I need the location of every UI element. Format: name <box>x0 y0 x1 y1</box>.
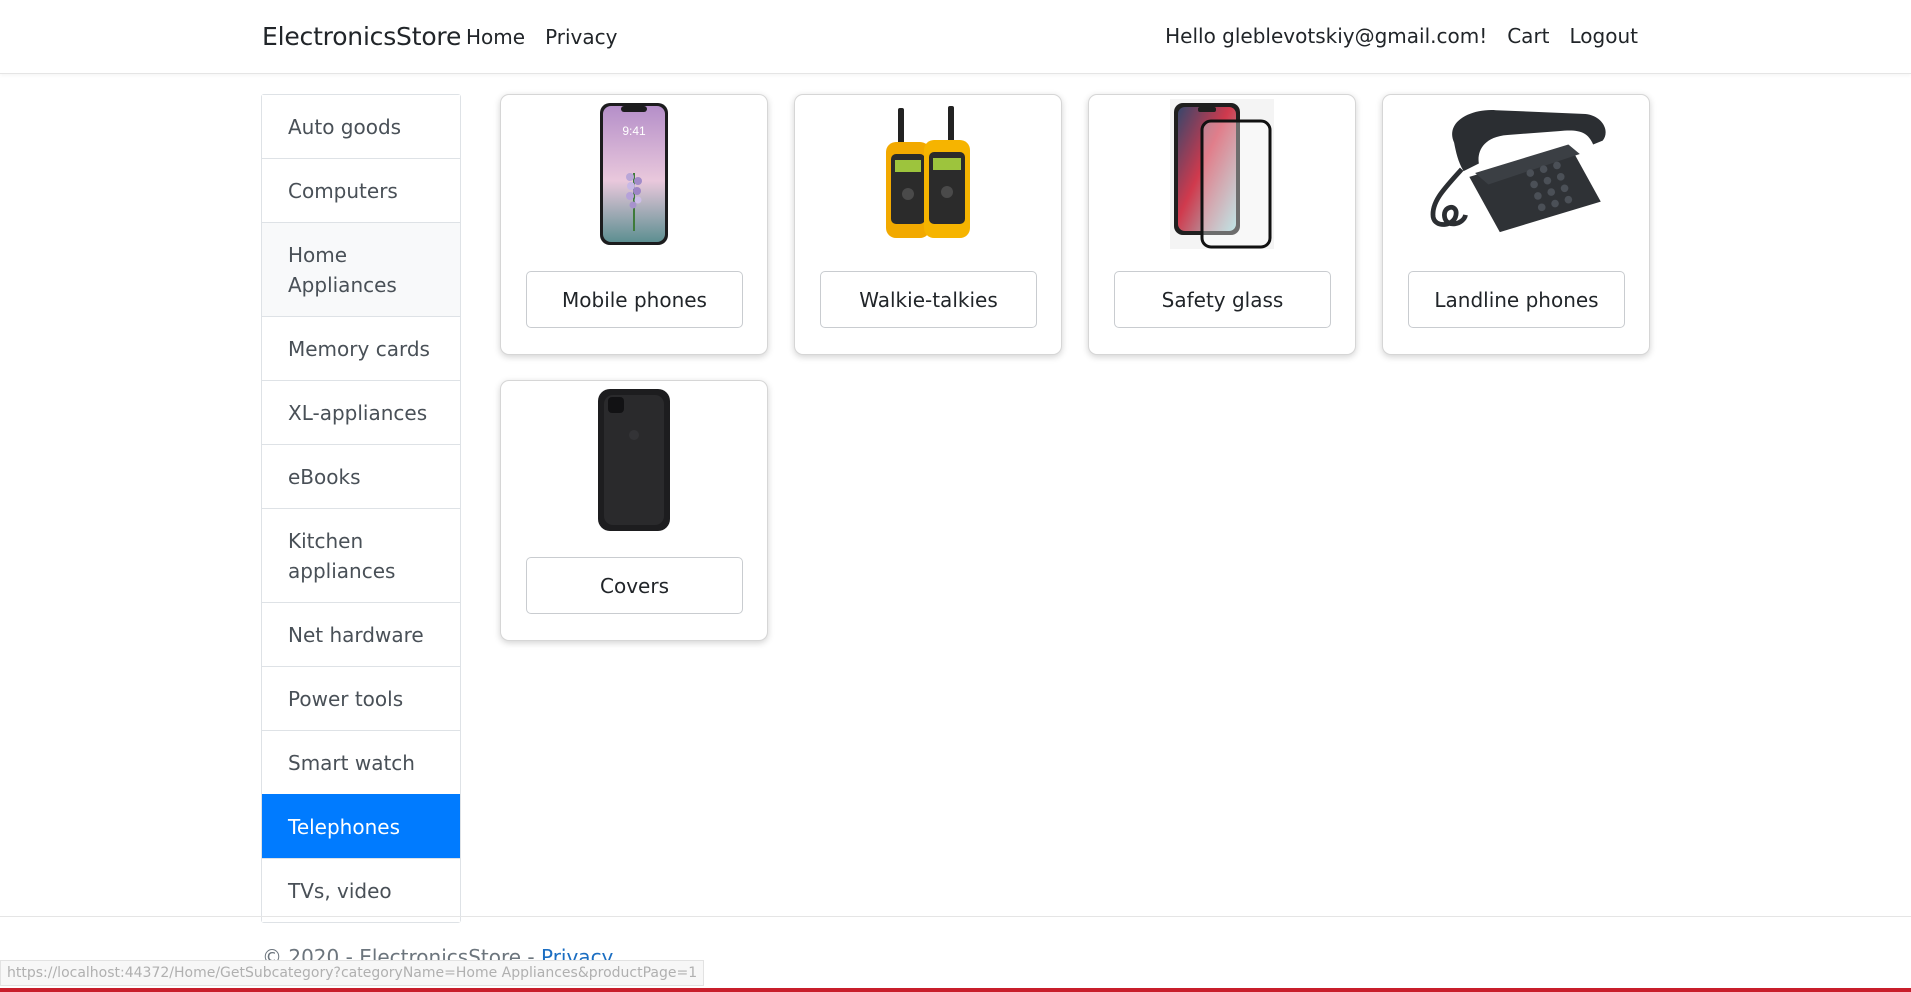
subcategory-button-mobile-phones[interactable]: Mobile phones <box>526 271 743 328</box>
sidebar-item-kitchen-appliances[interactable]: Kitchen appliances <box>262 508 460 602</box>
sidebar-item-ebooks[interactable]: eBooks <box>262 444 460 508</box>
subcategory-button-walkie-talkies[interactable]: Walkie-talkies <box>820 271 1037 328</box>
subcategory-card: 9:41 Mobile phones <box>500 94 768 355</box>
user-greeting-link[interactable]: Hello gleblevotskiy@gmail.com! <box>1165 24 1487 48</box>
nav-privacy-link[interactable]: Privacy <box>545 25 617 49</box>
sidebar-item-telephones[interactable]: Telephones <box>262 794 460 858</box>
subcategory-card: Walkie-talkies <box>794 94 1062 355</box>
phone-case-image <box>534 385 734 535</box>
sidebar-item-tvs-video[interactable]: TVs, video <box>262 858 460 922</box>
sidebar-item-home-appliances[interactable]: Home Appliances <box>262 222 460 316</box>
brand-link[interactable]: ElectronicsStore <box>262 22 461 51</box>
subcategory-card: Landline phones <box>1382 94 1650 355</box>
subcategory-button-covers[interactable]: Covers <box>526 557 743 614</box>
walkie-talkie-image <box>828 99 1028 249</box>
desk-phone-image <box>1416 99 1616 249</box>
browser-status-url: https://localhost:44372/Home/GetSubcateg… <box>0 960 705 986</box>
bottom-accent-bar <box>0 988 1911 992</box>
logout-link[interactable]: Logout <box>1570 24 1638 48</box>
navbar: ElectronicsStore Home Privacy Hello gleb… <box>0 0 1911 74</box>
nav-links: Home Privacy <box>466 25 617 49</box>
subcategory-card: Covers <box>500 380 768 641</box>
user-nav: Hello gleblevotskiy@gmail.com! Cart Logo… <box>1165 24 1638 48</box>
sidebar-item-xl-appliances[interactable]: XL-appliances <box>262 380 460 444</box>
sidebar-item-computers[interactable]: Computers <box>262 158 460 222</box>
screen-protector-image <box>1122 99 1322 249</box>
subcategory-button-safety-glass[interactable]: Safety glass <box>1114 271 1331 328</box>
subcategory-button-landline-phones[interactable]: Landline phones <box>1408 271 1625 328</box>
cart-link[interactable]: Cart <box>1507 24 1549 48</box>
svg-text:9:41: 9:41 <box>622 124 646 138</box>
sidebar-item-net-hardware[interactable]: Net hardware <box>262 602 460 666</box>
category-sidebar: Auto goods Computers Home Appliances Mem… <box>261 94 461 923</box>
smartphone-image: 9:41 <box>534 99 734 249</box>
sidebar-item-smart-watch[interactable]: Smart watch <box>262 730 460 794</box>
sidebar-item-auto-goods[interactable]: Auto goods <box>262 95 460 158</box>
sidebar-item-memory-cards[interactable]: Memory cards <box>262 316 460 380</box>
subcategory-card: Safety glass <box>1088 94 1356 355</box>
nav-home-link[interactable]: Home <box>466 25 525 49</box>
sidebar-item-power-tools[interactable]: Power tools <box>262 666 460 730</box>
